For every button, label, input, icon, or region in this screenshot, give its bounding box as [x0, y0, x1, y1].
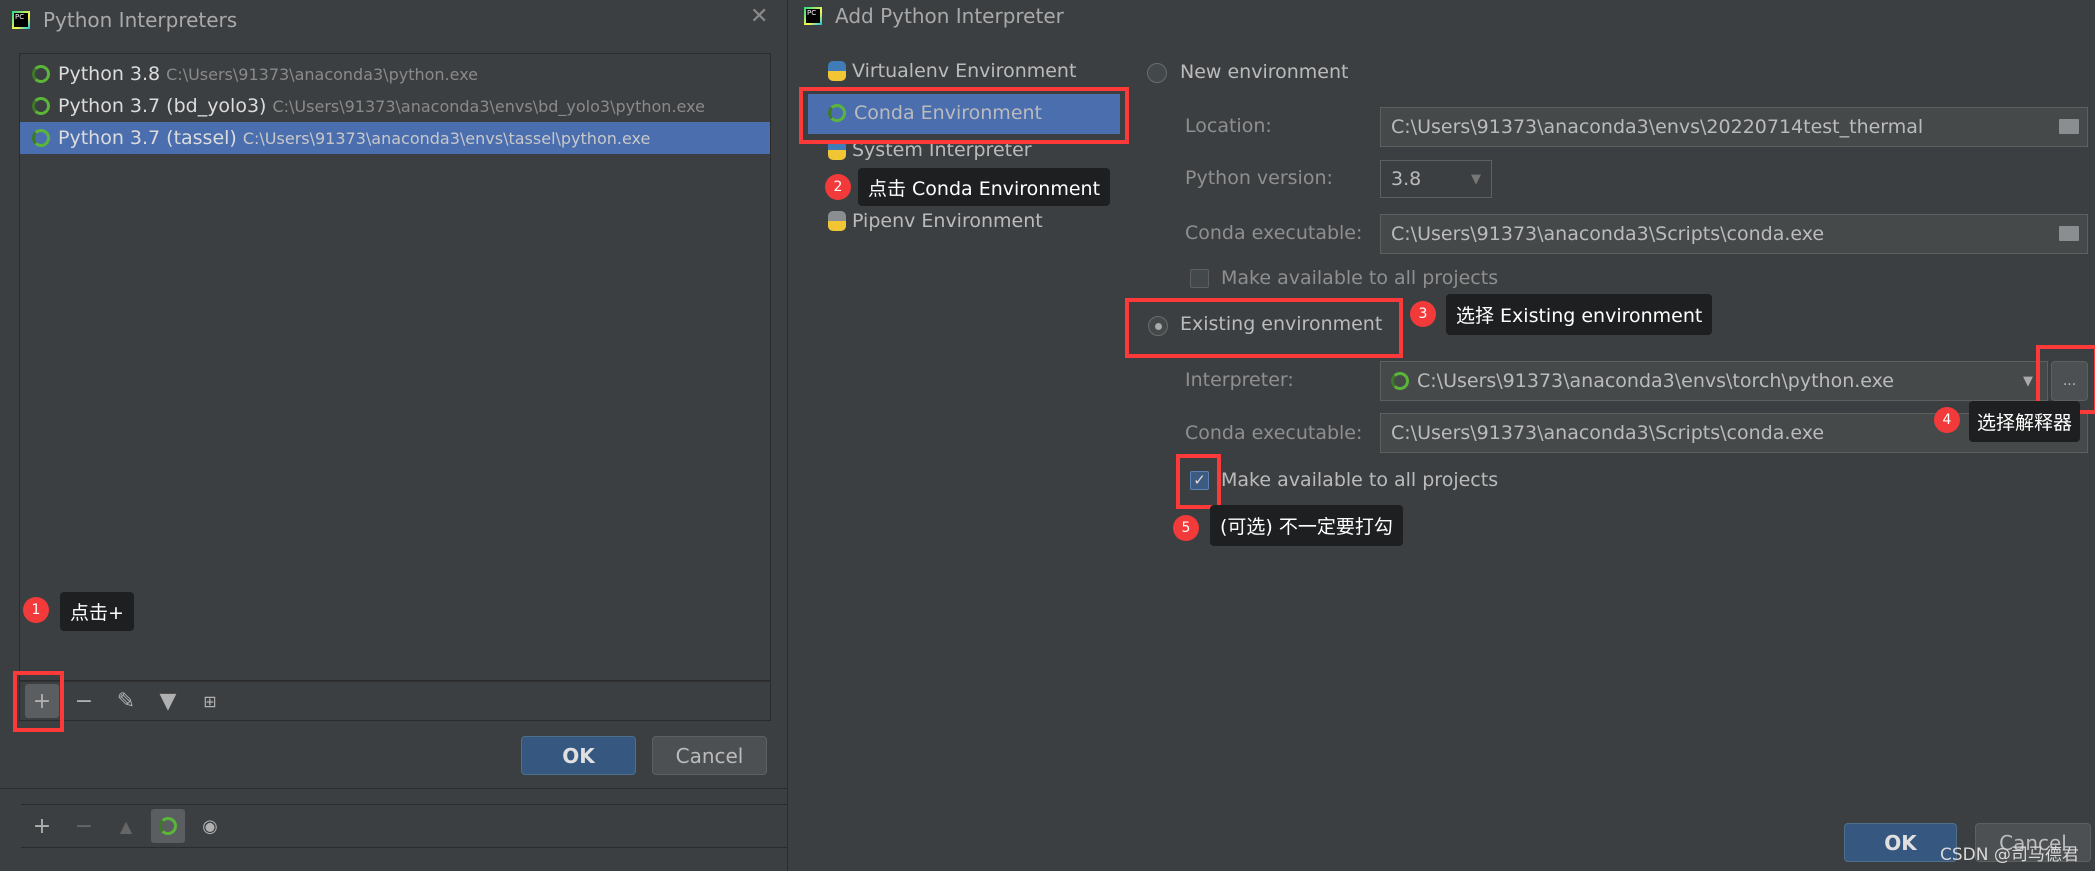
conda-executable-label: Conda executable:	[1185, 422, 1363, 444]
divider	[0, 788, 788, 789]
eye-icon[interactable]: ◉	[193, 809, 227, 843]
interpreter-row[interactable]: Python 3.8 C:\Users\91373\anaconda3\pytho…	[20, 58, 770, 90]
chevron-down-icon: ▼	[1471, 171, 1481, 187]
interpreter-toolbar: + − ✎ ▼ ⊞	[19, 681, 771, 721]
pencil-icon[interactable]: ✎	[109, 684, 143, 718]
interpreter-path: C:\Users\91373\anaconda3\envs\tassel\pyt…	[242, 128, 651, 148]
minus-icon[interactable]: −	[67, 809, 101, 843]
python-interpreters-dialog: PC Python Interpreters ✕ Python 3.8 C:\Us…	[0, 0, 788, 871]
python-version-combo[interactable]: 3.8 ▼	[1380, 160, 1492, 198]
conda-icon	[1391, 372, 1409, 390]
close-icon[interactable]: ✕	[750, 4, 768, 29]
chevron-down-icon: ▼	[2023, 373, 2033, 389]
conda-executable-value: C:\Users\91373\anaconda3\Scripts\conda.e…	[1391, 223, 1825, 245]
interpreter-name: Python 3.7 (bd_yolo3)	[58, 95, 267, 117]
interpreter-path: C:\Users\91373\anaconda3\python.exe	[166, 64, 479, 84]
folder-icon[interactable]	[2059, 119, 2079, 134]
step-badge: 1	[23, 597, 49, 623]
dialog-title: Python Interpreters	[43, 8, 238, 32]
step-label: 点击+	[60, 592, 134, 631]
nav-label: Virtualenv Environment	[852, 60, 1077, 82]
conda-executable-value: C:\Users\91373\anaconda3\Scripts\conda.e…	[1391, 422, 1825, 444]
step-label: 选择解释器	[1969, 401, 2081, 442]
interpreter-value: C:\Users\91373\anaconda3\envs\torch\pyth…	[1417, 370, 1894, 392]
location-field[interactable]: C:\Users\91373\anaconda3\envs\20220714te…	[1380, 107, 2088, 147]
pycharm-logo-icon: PC	[12, 11, 30, 29]
step-label: (可选) 不一定要打勾	[1210, 505, 1403, 546]
location-label: Location:	[1185, 115, 1272, 137]
step-badge: 3	[1410, 301, 1436, 327]
step-label: 点击 Conda Environment	[858, 168, 1111, 206]
new-environment-radio[interactable]	[1147, 63, 1167, 83]
tree-icon[interactable]: ⊞	[193, 684, 227, 718]
interpreter-list: Python 3.8 C:\Users\91373\anaconda3\pytho…	[19, 53, 771, 681]
location-value: C:\Users\91373\anaconda3\envs\20220714te…	[1391, 116, 1924, 138]
interpreter-path: C:\Users\91373\anaconda3\envs\bd_yolo3\p…	[272, 96, 705, 116]
python-version-value: 3.8	[1391, 168, 1422, 190]
step-badge: 5	[1173, 515, 1199, 541]
minus-icon[interactable]: −	[67, 684, 101, 718]
highlight-existing-env	[1125, 298, 1403, 358]
python-version-label: Python version:	[1185, 167, 1333, 189]
step-label: 选择 Existing environment	[1446, 294, 1713, 335]
conda-executable-field[interactable]: C:\Users\91373\anaconda3\Scripts\conda.e…	[1380, 214, 2088, 254]
make-available-label: Make available to all projects	[1221, 267, 1499, 289]
pycharm-logo-icon: PC	[804, 7, 822, 25]
conda-icon	[32, 129, 50, 147]
ok-button[interactable]: OK	[521, 736, 636, 775]
interpreter-name: Python 3.7 (tassel)	[58, 127, 237, 149]
step-badge: 2	[825, 174, 851, 200]
interpreter-name: Python 3.8	[58, 63, 161, 85]
python-icon	[828, 61, 846, 81]
pipenv-icon	[828, 211, 846, 231]
interpreter-row[interactable]: Python 3.7 (bd_yolo3) C:\Users\91373\anac…	[20, 90, 770, 122]
conda-icon	[32, 97, 50, 115]
nav-pipenv[interactable]: Pipenv Environment	[828, 210, 1043, 232]
dialog-title: Add Python Interpreter	[835, 4, 1064, 28]
make-available-label: Make available to all projects	[1221, 469, 1499, 491]
step-badge: 4	[1934, 407, 1960, 433]
interpreter-row-selected[interactable]: Python 3.7 (tassel) C:\Users\91373\anacon…	[20, 122, 770, 154]
bottom-toolbar: + − ▲ ◉	[21, 804, 788, 848]
interpreter-combo[interactable]: C:\Users\91373\anaconda3\envs\torch\pyth…	[1380, 361, 2048, 401]
make-available-checkbox[interactable]	[1190, 269, 1209, 288]
plus-icon[interactable]: +	[25, 809, 59, 843]
highlight-checkbox	[1176, 454, 1221, 509]
up-icon[interactable]: ▲	[109, 809, 143, 843]
cancel-button[interactable]: Cancel	[652, 736, 767, 775]
watermark: CSDN @司马德君	[1940, 845, 2079, 865]
filter-icon[interactable]: ▼	[151, 684, 185, 718]
new-environment-label: New environment	[1180, 61, 1349, 83]
nav-label: Pipenv Environment	[852, 210, 1043, 232]
conda-executable-label: Conda executable:	[1185, 222, 1363, 244]
highlight-conda	[799, 87, 1129, 144]
interpreter-label: Interpreter:	[1185, 369, 1294, 391]
folder-icon[interactable]	[2059, 226, 2079, 241]
highlight-plus	[13, 671, 64, 732]
nav-virtualenv[interactable]: Virtualenv Environment	[828, 60, 1076, 82]
conda-icon[interactable]	[151, 809, 185, 843]
conda-icon	[32, 65, 50, 83]
